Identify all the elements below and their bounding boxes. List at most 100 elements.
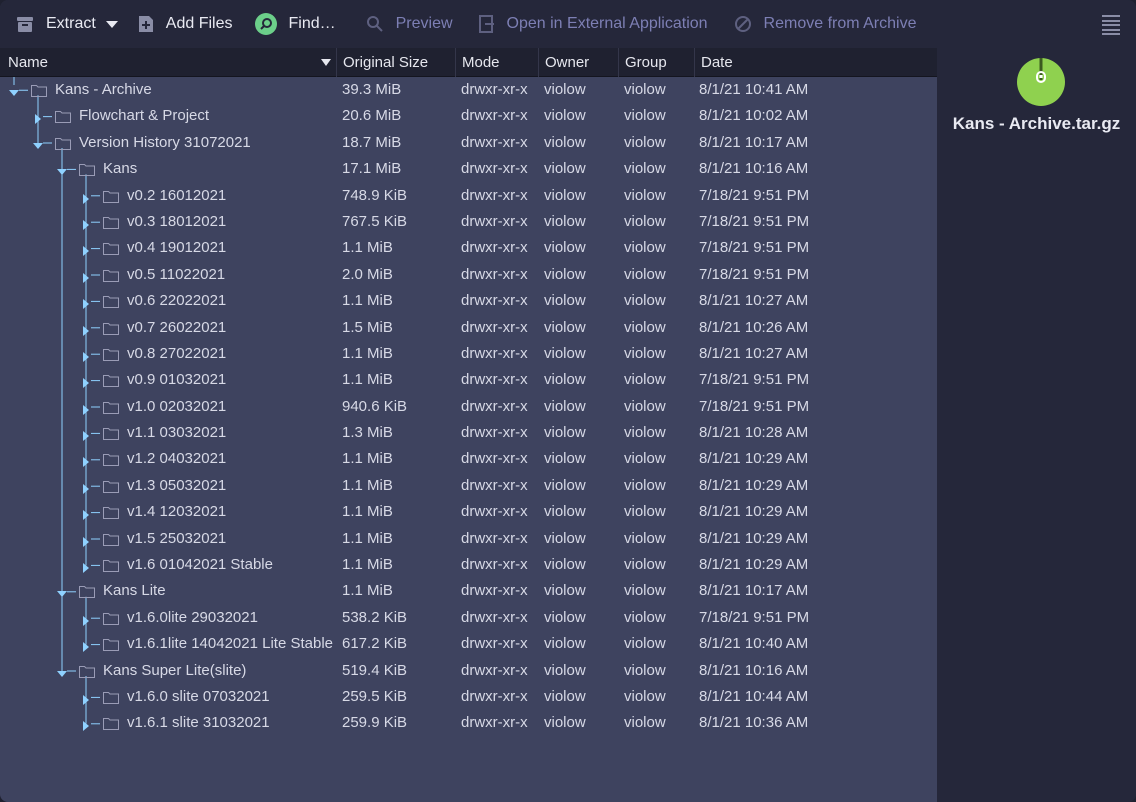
remove-button[interactable]: Remove from Archive [718,0,927,48]
expander-collapsed-icon[interactable] [33,111,43,125]
expander-collapsed-icon[interactable] [81,481,91,494]
file-owner: violow [544,450,586,468]
table-row[interactable]: Kans - Archive 39.3 MiB drwxr-xr-x violow vi… [0,77,937,103]
file-group: violow [624,160,666,178]
file-size: 1.1 MiB [342,503,393,521]
table-row[interactable]: v0.8 27022021 1.1 MiB drwxr-xr-x violow viol… [0,341,937,367]
file-size: 1.1 MiB [342,450,393,468]
table-row[interactable]: v0.7 26022021 1.5 MiB drwxr-xr-x violow viol… [0,315,937,341]
file-group: violow [624,186,666,204]
table-row[interactable]: v1.6 01042021 Stable 1.1 MiB drwxr-xr-x vio… [0,552,937,578]
expander-collapsed-icon[interactable] [81,375,91,389]
file-mode: drwxr-xr-x [461,687,528,705]
table-row[interactable]: v1.2 04032021 1.1 MiB drwxr-xr-x violow viol… [0,446,937,472]
expander-collapsed-icon[interactable] [81,243,91,257]
table-row[interactable]: v1.6.1lite 14042021 Lite Stable 617.2 KiB… [0,631,937,657]
file-group: violow [624,582,666,600]
expander-collapsed-icon[interactable] [81,534,91,547]
expander-collapsed-icon[interactable] [81,428,91,442]
file-mode: drwxr-xr-x [461,450,528,468]
file-size: 767.5 KiB [342,212,408,230]
expander-collapsed-icon[interactable] [81,613,91,626]
expander-collapsed-icon[interactable] [81,296,91,310]
expander-expanded-icon[interactable] [57,164,67,176]
file-size: 1.1 MiB [342,371,393,389]
file-owner: violow [544,635,586,653]
file-size: 940.6 KiB [342,397,408,415]
expander-collapsed-icon[interactable] [81,560,91,574]
table-row[interactable]: Kans 17.1 MiB drwxr-xr-x violow violow 8/1/21… [0,156,937,182]
add-files-button[interactable]: Add Files [128,0,243,48]
table-row[interactable]: v1.6.0lite 29032021 538.2 KiB drwxr-xr-x vi… [0,605,937,631]
expander-collapsed-icon[interactable] [81,454,91,468]
file-name: v1.6.1lite 14042021 Lite Stable [127,635,333,653]
table-row[interactable]: v1.1 03032021 1.3 MiB drwxr-xr-x violow viol… [0,420,937,446]
table-row[interactable]: v0.4 19012021 1.1 MiB drwxr-xr-x violow viol… [0,235,937,261]
file-owner: violow [544,107,586,125]
table-row[interactable]: v0.9 01032021 1.1 MiB drwxr-xr-x violow viol… [0,367,937,393]
folder-icon [103,533,119,546]
folder-icon [103,190,119,203]
preview-button[interactable]: Preview [346,0,463,48]
table-row[interactable]: v0.5 11022021 2.0 MiB drwxr-xr-x violow viol… [0,262,937,288]
folder-icon [79,585,95,599]
extract-button[interactable]: Extract [0,0,128,48]
file-group: violow [624,397,666,415]
side-panel: Kans - Archive.tar.gz [937,48,1136,802]
table-row[interactable]: v1.6.0 slite 07032021 259.5 KiB drwxr-xr-x… [0,684,937,710]
file-mode: drwxr-xr-x [461,160,528,178]
folder-icon [103,638,119,652]
column-header-group[interactable]: Group [619,48,695,77]
file-date: 7/18/21 9:51 PM [699,371,810,389]
file-owner: violow [544,212,586,230]
table-row[interactable]: Version History 31072021 18.7 MiB drwxr-xr… [0,130,937,156]
table-row[interactable]: v0.6 22022021 1.1 MiB drwxr-xr-x violow viol… [0,288,937,314]
file-owner: violow [544,529,586,547]
open-external-button[interactable]: Open in External Application [463,0,718,48]
file-owner: violow [544,133,586,151]
column-header-owner[interactable]: Owner [539,48,619,77]
column-header-mode[interactable]: Mode [456,48,539,77]
column-header-date[interactable]: Date [695,48,937,77]
expander-collapsed-icon[interactable] [81,692,91,705]
file-mode: drwxr-xr-x [461,212,528,230]
table-row[interactable]: v0.2 16012021 748.9 KiB drwxr-xr-x violow vi… [0,183,937,209]
expander-expanded-icon[interactable] [9,85,19,96]
table-row[interactable]: Kans Lite 1.1 MiB drwxr-xr-x violow violow 8/… [0,578,937,604]
table-row[interactable]: v1.0 02032021 940.6 KiB drwxr-xr-x violow vi… [0,394,937,420]
file-group: violow [624,371,666,389]
table-row[interactable]: Kans Super Lite(slite) 519.4 KiB drwxr-xr-… [0,658,937,684]
file-owner: violow [544,556,586,574]
hamburger-menu-icon[interactable] [1102,15,1120,35]
expander-collapsed-icon[interactable] [81,270,91,283]
expander-expanded-icon[interactable] [33,138,43,149]
table-row[interactable]: v1.3 05032021 1.1 MiB drwxr-xr-x violow viol… [0,473,937,499]
table-row[interactable]: v1.5 25032021 1.1 MiB drwxr-xr-x violow viol… [0,526,937,552]
file-owner: violow [544,160,586,178]
expander-collapsed-icon[interactable] [81,191,91,204]
file-group: violow [624,687,666,705]
folder-icon [103,453,119,467]
column-header-name[interactable]: Name [0,48,337,77]
expander-collapsed-icon[interactable] [81,402,91,415]
expander-collapsed-icon[interactable] [81,349,91,362]
table-row[interactable]: v1.4 12032021 1.1 MiB drwxr-xr-x violow viol… [0,499,937,525]
expander-collapsed-icon[interactable] [81,718,91,732]
expander-expanded-icon[interactable] [57,586,67,598]
table-row[interactable]: v0.3 18012021 767.5 KiB drwxr-xr-x violow vi… [0,209,937,235]
file-size: 259.5 KiB [342,687,408,705]
expander-collapsed-icon[interactable] [81,217,91,230]
expander-collapsed-icon[interactable] [81,507,91,521]
folder-icon [103,691,119,704]
expander-collapsed-icon[interactable] [81,323,91,336]
table-row[interactable]: Flowchart & Project 20.6 MiB drwxr-xr-x vio… [0,103,937,129]
file-group: violow [624,265,666,283]
expander-collapsed-icon[interactable] [81,639,91,653]
file-date: 7/18/21 9:51 PM [699,397,810,415]
remove-icon [734,15,752,33]
find-button[interactable]: Find… [243,0,346,48]
table-row[interactable]: v1.6.1 slite 31032021 259.9 KiB drwxr-xr-x… [0,710,937,736]
expander-expanded-icon[interactable] [57,666,67,677]
file-owner: violow [544,503,586,521]
column-header-size[interactable]: Original Size [337,48,456,77]
